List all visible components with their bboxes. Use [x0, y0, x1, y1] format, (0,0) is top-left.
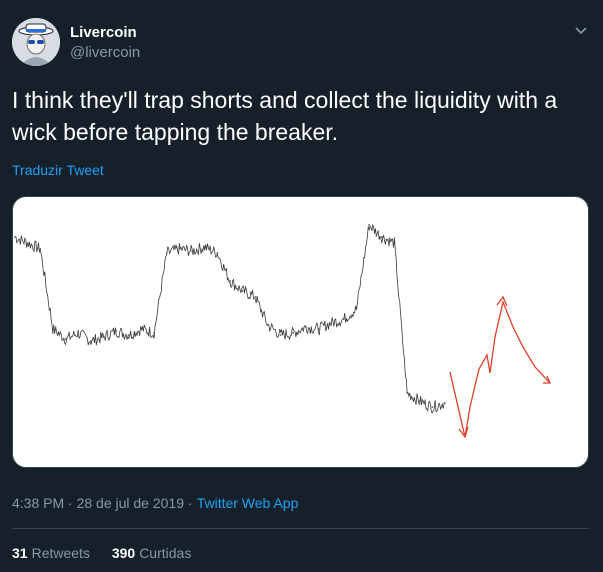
price-chart: [14, 223, 551, 439]
price-point: [317, 328, 320, 330]
tweet-media-chart[interactable]: [12, 196, 589, 468]
price-point: [77, 332, 80, 334]
price-point: [431, 406, 434, 408]
price-point: [90, 340, 92, 342]
price-point: [355, 308, 358, 310]
user-name[interactable]: Livercoin: [70, 24, 137, 41]
price-point: [216, 252, 219, 254]
price-point: [368, 224, 370, 226]
likes-count: 390: [111, 545, 136, 561]
avatar[interactable]: [12, 18, 60, 66]
price-point: [418, 400, 421, 402]
price-point: [140, 328, 143, 330]
price-point: [127, 334, 130, 336]
source-link[interactable]: Twitter Web App: [197, 495, 299, 511]
price-point: [254, 296, 257, 298]
price-point: [191, 250, 194, 252]
price-point: [267, 324, 269, 326]
likes-label: Curtidas: [139, 545, 192, 561]
price-point: [39, 248, 42, 250]
price-point: [153, 332, 156, 334]
tweet-text: I think they'll trap shorts and collect …: [12, 87, 558, 145]
price-point: [406, 392, 408, 394]
price-point: [380, 236, 383, 238]
retweets-stat[interactable]: 31 Retweets: [12, 545, 90, 561]
user-handle[interactable]: @livercoin: [70, 44, 140, 61]
separator-dot: ·: [188, 495, 193, 511]
price-point: [14, 236, 16, 238]
price-point: [115, 330, 118, 332]
price-point: [393, 242, 396, 244]
translate-tweet-link[interactable]: Traduzir Tweet: [12, 162, 104, 178]
price-point: [229, 280, 231, 282]
price-point: [203, 246, 206, 248]
annotation-path: [449, 299, 551, 438]
annotation-arrows: [449, 295, 551, 439]
tweet-meta: 4:38 PM · 28 de jul de 2019 · Twitter Web …: [12, 495, 298, 511]
price-line: [14, 223, 446, 414]
price-point: [178, 248, 181, 250]
price-point: [330, 322, 333, 324]
timestamp[interactable]: 4:38 PM · 28 de jul de 2019: [12, 495, 184, 511]
retweets-label: Retweets: [31, 545, 90, 561]
price-point: [305, 326, 307, 328]
tweet-stats: 31 Retweets 390 Curtidas: [12, 545, 209, 561]
price-point: [342, 318, 345, 320]
price-point: [292, 332, 295, 334]
likes-stat[interactable]: 390 Curtidas: [112, 545, 192, 561]
avatar-image: [12, 18, 60, 66]
price-point: [444, 402, 446, 404]
chevron-down-icon[interactable]: [574, 24, 588, 38]
retweets-count: 31: [12, 545, 28, 561]
price-point: [26, 242, 29, 244]
price-point: [165, 252, 168, 254]
price-point: [102, 336, 105, 338]
price-point: [241, 290, 244, 292]
price-point: [52, 328, 54, 330]
divider: [12, 528, 589, 529]
price-series: [14, 223, 446, 414]
price-point: [64, 338, 67, 340]
price-point: [279, 334, 282, 336]
